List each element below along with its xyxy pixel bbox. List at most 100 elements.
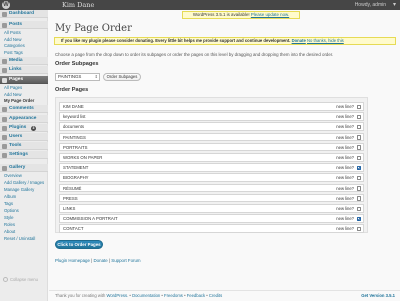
page-row[interactable]: LINKS new line? (59, 204, 364, 213)
page-row[interactable]: PRESS new line? (59, 193, 364, 203)
menu-posts[interactable]: Posts (0, 21, 48, 29)
new-line-checkbox[interactable] (356, 165, 361, 171)
order-subpages-button[interactable]: Order Subpages (103, 73, 141, 81)
page-row[interactable]: COMMISSION A PORTRAIT new line? (59, 214, 364, 223)
page-row[interactable]: CONTACT new line? (59, 224, 364, 233)
submenu-tags[interactable]: Tags (0, 201, 48, 208)
comments-icon (2, 106, 7, 112)
new-line-checkbox[interactable] (356, 186, 361, 191)
menu-pages[interactable]: Pages (0, 76, 48, 84)
page-row[interactable]: WORKS ON PAPER new line? (59, 153, 364, 162)
submenu-album[interactable]: Album (0, 194, 48, 201)
collapse-menu-button[interactable]: Collapse menu (3, 277, 38, 283)
links-icon (2, 67, 7, 73)
page-row[interactable]: PORTRAITS new line? (59, 142, 364, 152)
footer-divider (49, 290, 400, 291)
page-row[interactable]: PAINTINGS new line? (59, 132, 364, 142)
hide-notice-link[interactable]: No thanks, hide this (307, 38, 344, 43)
submenu-options[interactable]: Options (0, 208, 48, 215)
footer-credits-link[interactable]: Credits (209, 293, 222, 298)
footer-feedback-link[interactable]: Feedback (187, 293, 205, 298)
plugin-donate-link[interactable]: Donate (94, 258, 108, 263)
page-row[interactable]: KIM DANE new line? (59, 102, 364, 111)
select-arrow-icon: ⇕ (94, 74, 98, 79)
page-row[interactable]: STATEMENT new line? (59, 163, 364, 172)
intro-text: Choose a page from the drop down to orde… (55, 52, 334, 57)
new-line-checkbox[interactable] (356, 196, 361, 201)
page-order-list: KIM DANE new line? keyword list new line? … (55, 97, 368, 233)
menu-gallery[interactable]: Gallery (0, 164, 48, 172)
menu-links[interactable]: Links (0, 66, 48, 74)
separator: • (184, 293, 186, 298)
menu-dashboard[interactable]: Dashboard (0, 10, 48, 18)
submenu-roles[interactable]: Roles (0, 222, 48, 229)
donate-notice: If you like my plugin please consider do… (54, 37, 396, 45)
subpage-select[interactable]: PAINTINGS ⇕ (55, 73, 100, 81)
new-line-label: new line? (336, 175, 354, 181)
admin-bar: W Kim Dane Howdy, admin ▾ (0, 0, 400, 10)
order-pages-button[interactable]: Click to Order Pages (55, 240, 103, 249)
update-nag: WordPress 3.5.1 is available! Please upd… (182, 11, 300, 19)
page-row[interactable]: RÉSUMÉ new line? (59, 183, 364, 193)
submenu-manage-gallery[interactable]: Manage Gallery (0, 187, 48, 194)
order-subpages-heading: Order Subpages (55, 61, 99, 67)
submenu-post-tags[interactable]: Post Tags (0, 50, 48, 57)
new-line-label: new line? (336, 195, 354, 201)
support-forum-link[interactable]: Support Forum (111, 258, 140, 263)
page-row[interactable]: BIOGRAPHY new line? (59, 173, 364, 182)
menu-plugins[interactable]: Plugins 3 (0, 124, 48, 132)
subpage-select-value: PAINTINGS (58, 74, 82, 79)
get-version-link[interactable]: Get Version (361, 293, 384, 298)
menu-media[interactable]: Media (0, 57, 48, 65)
new-line-label: new line? (336, 114, 354, 120)
new-line-checkbox[interactable] (356, 226, 361, 232)
plugin-homepage-link[interactable]: Plugin Homepage (55, 258, 90, 263)
new-line-label: new line? (336, 165, 354, 171)
new-line-checkbox[interactable] (356, 175, 361, 181)
submenu-about[interactable]: About (0, 229, 48, 236)
update-now-link[interactable]: Please update now. (251, 12, 289, 17)
footer-wordpress-link[interactable]: WordPress. (106, 293, 128, 298)
menu-comments[interactable]: Comments (0, 105, 48, 113)
new-line-label: new line? (336, 134, 354, 140)
submenu-my-page-order[interactable]: My Page Order (0, 98, 48, 105)
new-line-label: new line? (336, 216, 354, 222)
submenu-reset-uninstall[interactable]: Reset / Uninstall (0, 236, 48, 243)
menu-tools[interactable]: Tools (0, 142, 48, 150)
pages-icon (2, 77, 7, 83)
footer-freedoms-link[interactable]: Freedoms (164, 293, 183, 298)
separator: • (206, 293, 208, 298)
new-line-checkbox[interactable] (356, 145, 361, 150)
howdy-account-link[interactable]: Howdy, admin (355, 0, 386, 10)
submenu-style[interactable]: Style (0, 215, 48, 222)
wordpress-logo-icon[interactable]: W (2, 1, 10, 9)
gallery-icon (2, 165, 7, 171)
donate-link[interactable]: Donate (292, 38, 306, 43)
menu-users[interactable]: Users (0, 133, 48, 141)
new-line-label: new line? (336, 185, 354, 191)
chevron-down-icon[interactable]: ▾ (393, 0, 396, 10)
new-line-checkbox[interactable] (356, 114, 361, 120)
menu-settings[interactable]: Settings (0, 151, 48, 159)
new-line-checkbox[interactable] (356, 155, 361, 160)
site-name[interactable]: Kim Dane (62, 0, 94, 10)
footer-version[interactable]: Get Version 3.5.1 (361, 293, 395, 298)
separator: | (91, 258, 93, 263)
submenu-gallery-overview[interactable]: Overview (0, 173, 48, 180)
plugins-update-badge: 3 (31, 125, 36, 131)
new-line-label: new line? (336, 155, 354, 160)
page-row[interactable]: documents new line? (59, 122, 364, 131)
version-number: 3.5.1 (385, 293, 395, 298)
new-line-checkbox[interactable] (356, 124, 361, 130)
new-line-checkbox[interactable] (356, 135, 361, 140)
page-row[interactable]: keyword list new line? (59, 112, 364, 121)
users-icon (2, 134, 7, 140)
footer-documentation-link[interactable]: Documentation (132, 293, 160, 298)
settings-icon (2, 152, 7, 158)
admin-sidebar: Dashboard Posts All Posts Add New Catego… (0, 10, 48, 301)
new-line-checkbox[interactable] (356, 206, 361, 211)
submenu-add-gallery[interactable]: Add Gallery / Images (0, 180, 48, 187)
new-line-checkbox[interactable] (356, 216, 361, 222)
menu-appearance[interactable]: Appearance (0, 115, 48, 123)
new-line-checkbox[interactable] (356, 104, 361, 109)
